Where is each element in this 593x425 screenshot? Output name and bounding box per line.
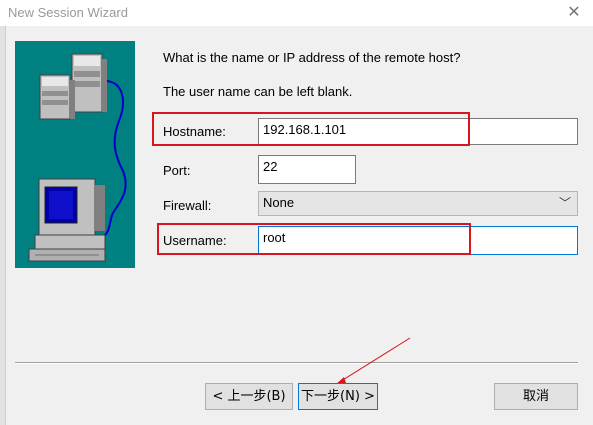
back-button[interactable]: < 上一步(B): [205, 383, 293, 410]
button-separator: [15, 362, 578, 364]
port-input[interactable]: 22: [258, 155, 356, 184]
title-bar: New Session Wizard ✕: [0, 0, 593, 26]
arrow-annotation: [334, 337, 411, 386]
question-text: What is the name or IP address of the re…: [163, 50, 461, 65]
wizard-illustration: [15, 41, 135, 268]
next-button[interactable]: 下一步(N) >: [298, 383, 378, 410]
port-label: Port:: [163, 163, 191, 178]
firewall-select[interactable]: None ﹀: [258, 191, 578, 216]
window-left-edge: [0, 26, 6, 425]
window-title: New Session Wizard: [8, 5, 128, 20]
chevron-down-icon: ﹀: [558, 196, 571, 210]
computer-icon: [28, 178, 106, 262]
note-text: The user name can be left blank.: [163, 84, 353, 99]
hostname-highlight-box: [152, 112, 470, 146]
username-highlight-box: [157, 223, 471, 255]
servers-icon: [39, 53, 107, 120]
firewall-label: Firewall:: [163, 198, 212, 213]
network-illustration-icon: [28, 53, 127, 262]
firewall-selected-value: None: [263, 195, 295, 210]
close-icon[interactable]: ✕: [563, 2, 585, 24]
cancel-button[interactable]: 取消: [494, 383, 578, 410]
